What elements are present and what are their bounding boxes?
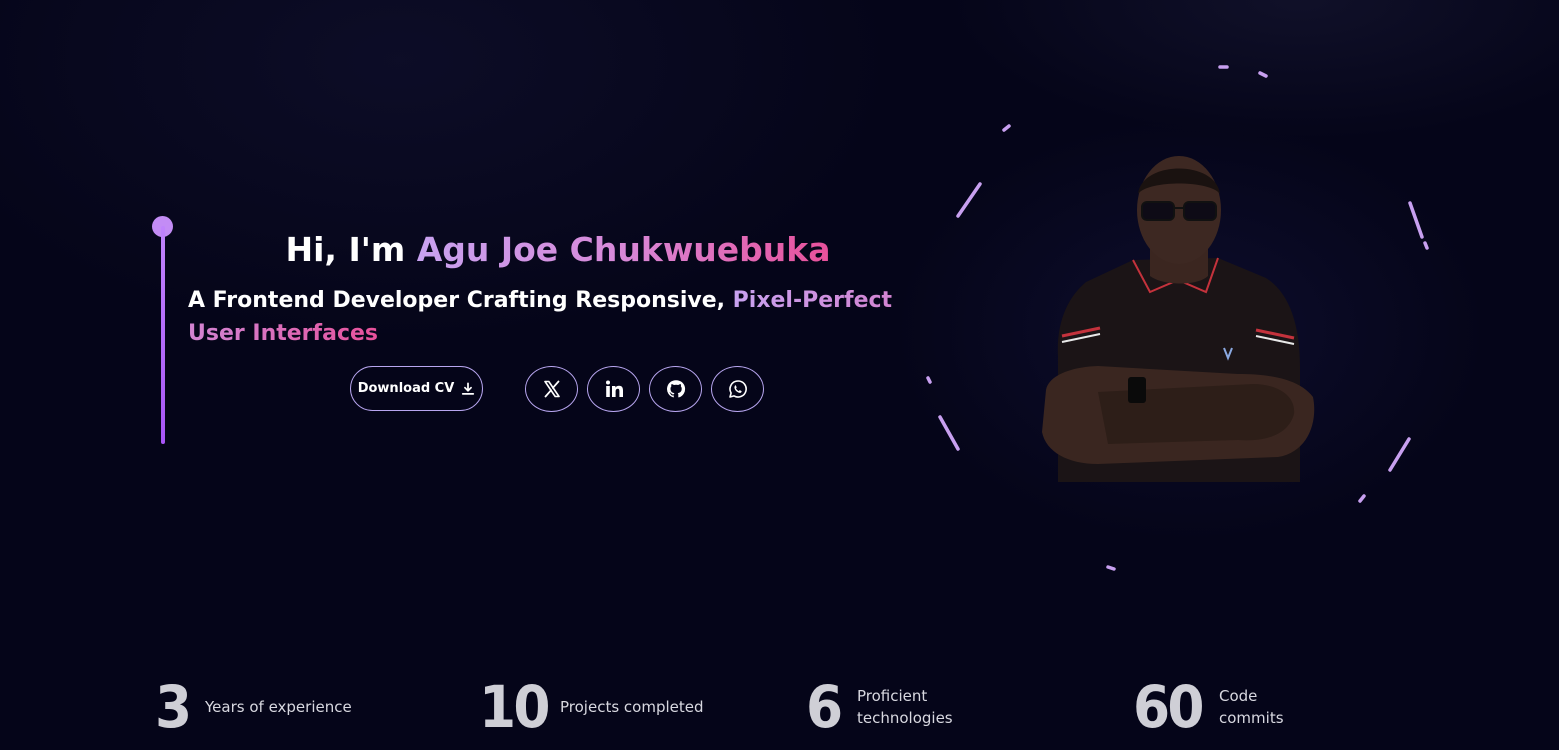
stat-label: Code commits: [1219, 687, 1284, 727]
accent-line: [161, 226, 165, 444]
stat-value: 3: [155, 673, 192, 741]
developer-name: Agu Joe Chukwuebuka: [416, 230, 831, 269]
profile-photo: [1042, 156, 1315, 482]
stat-label: Projects completed: [560, 698, 704, 716]
stat-value: 10: [479, 673, 551, 741]
subtitle-plain: A Frontend Developer Crafting Responsive…: [188, 288, 733, 313]
github-icon: [666, 380, 685, 398]
github-link[interactable]: [649, 366, 702, 412]
download-cv-button[interactable]: Download CV: [350, 366, 483, 411]
hero-subtitle: A Frontend Developer Crafting Responsive…: [188, 284, 908, 350]
stat-label: Proficient technologies: [857, 687, 953, 727]
stat-technologies: 6 Proficient technologies: [806, 672, 953, 742]
linkedin-icon: [605, 380, 623, 397]
stat-value: 60: [1133, 673, 1205, 741]
greeting-text: Hi, I'm: [285, 230, 417, 269]
download-cv-label: Download CV: [357, 381, 455, 396]
stat-commits: 60 Code commits: [1133, 672, 1284, 742]
x-icon: [543, 380, 560, 398]
whatsapp-icon: [728, 380, 747, 398]
hero-page: Hi, I'm Agu Joe Chukwuebuka A Frontend D…: [0, 0, 1559, 750]
stat-value: 6: [806, 673, 843, 741]
portrait-section: [920, 60, 1440, 580]
linkedin-link[interactable]: [587, 366, 640, 412]
stat-projects: 10 Projects completed: [479, 672, 704, 742]
stat-years: 3 Years of experience: [155, 672, 352, 742]
hero-headline: Hi, I'm Agu Joe Chukwuebuka: [188, 226, 928, 274]
download-icon: [462, 381, 475, 395]
stat-label: Years of experience: [205, 698, 352, 716]
whatsapp-link[interactable]: [711, 366, 764, 412]
x-link[interactable]: [525, 366, 578, 412]
